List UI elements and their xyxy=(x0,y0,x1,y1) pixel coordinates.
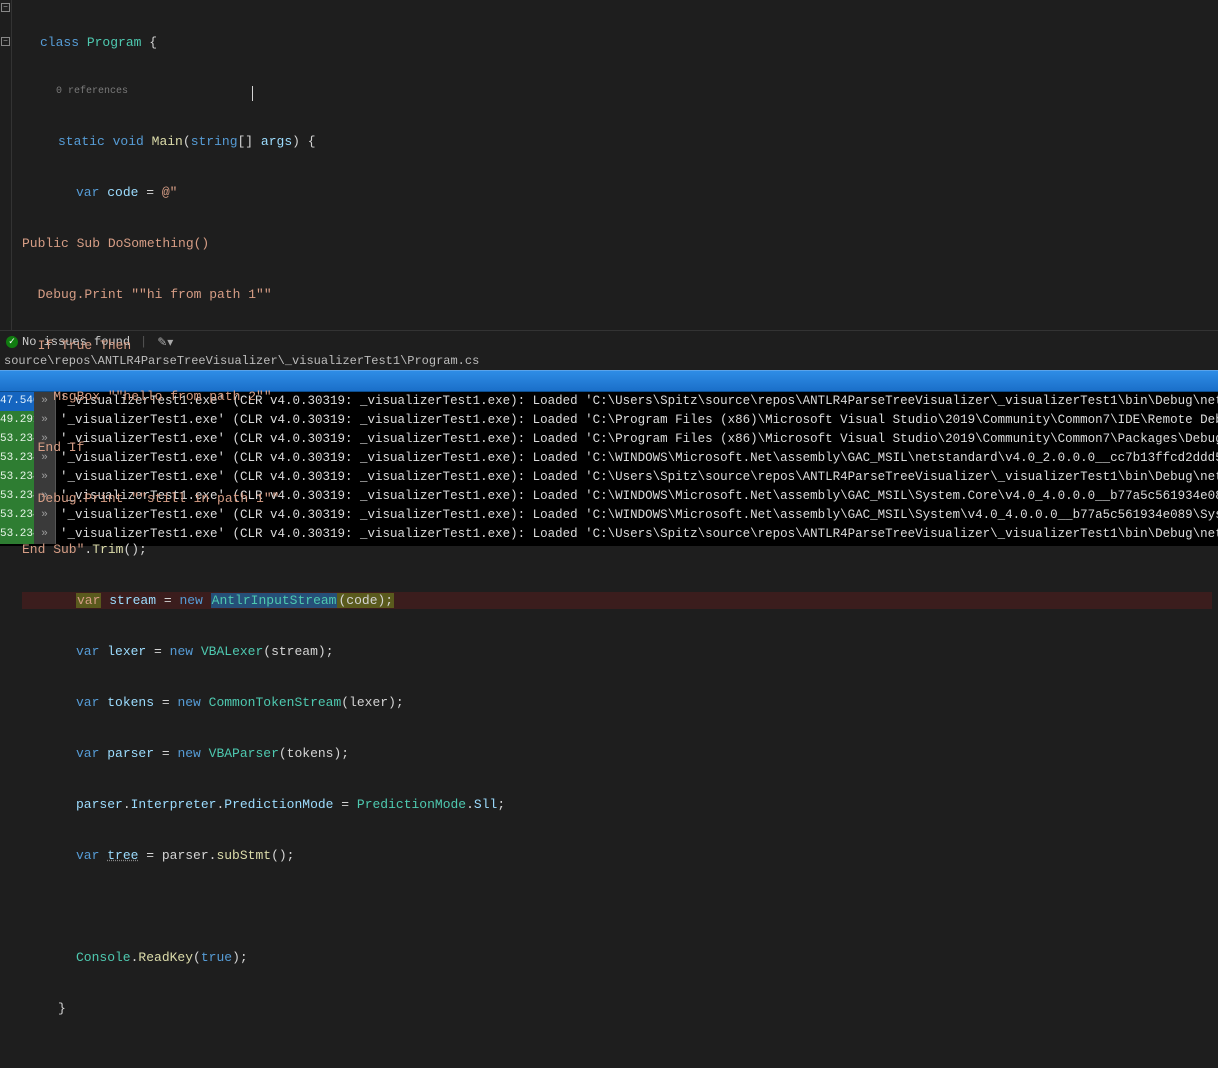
check-ok-icon: ✓ xyxy=(6,336,18,348)
code-line[interactable]: var code = @" xyxy=(22,184,1212,201)
text-cursor xyxy=(252,86,253,101)
code-line[interactable]: MsgBox ""hello from path 2"" xyxy=(22,388,1212,405)
fold-toggle-icon[interactable]: − xyxy=(1,3,10,12)
code-line[interactable]: var tree = parser.subStmt(); xyxy=(22,847,1212,864)
type-name: Program xyxy=(87,35,142,50)
code-line[interactable]: Public Sub DoSomething() xyxy=(22,235,1212,252)
code-line[interactable] xyxy=(22,898,1212,915)
keyword: static xyxy=(58,134,105,149)
code-line[interactable]: Debug.Print ""still in path 1"" xyxy=(22,490,1212,507)
code-line[interactable]: Console.ReadKey(true); xyxy=(22,949,1212,966)
method-name: Main xyxy=(152,134,183,149)
code-line[interactable]: var tokens = new CommonTokenStream(lexer… xyxy=(22,694,1212,711)
code-line[interactable]: End Sub".Trim(); xyxy=(22,541,1212,558)
code-editor[interactable]: − − class Program { 0 references static … xyxy=(0,0,1218,330)
keyword: class xyxy=(40,35,79,50)
code-area[interactable]: class Program { 0 references static void… xyxy=(12,0,1218,330)
code-line[interactable]: } xyxy=(22,1000,1212,1017)
codelens-references[interactable]: 0 references xyxy=(22,85,1212,99)
breakpoint-line[interactable]: var stream = new AntlrInputStream(code); xyxy=(22,592,1212,609)
code-line[interactable]: class Program { xyxy=(22,34,1212,51)
code-line[interactable]: static void Main(string[] args) { xyxy=(22,133,1212,150)
fold-toggle-icon[interactable]: − xyxy=(1,37,10,46)
brace: { xyxy=(141,35,157,50)
code-line[interactable]: var lexer = new VBALexer(stream); xyxy=(22,643,1212,660)
code-line[interactable]: parser.Interpreter.PredictionMode = Pred… xyxy=(22,796,1212,813)
code-line[interactable]: Debug.Print ""hi from path 1"" xyxy=(22,286,1212,303)
code-line[interactable]: End If xyxy=(22,439,1212,456)
code-line[interactable]: var parser = new VBAParser(tokens); xyxy=(22,745,1212,762)
keyword: void xyxy=(113,134,144,149)
code-line[interactable]: If True Then xyxy=(22,337,1212,354)
fold-gutter: − − xyxy=(0,0,12,330)
